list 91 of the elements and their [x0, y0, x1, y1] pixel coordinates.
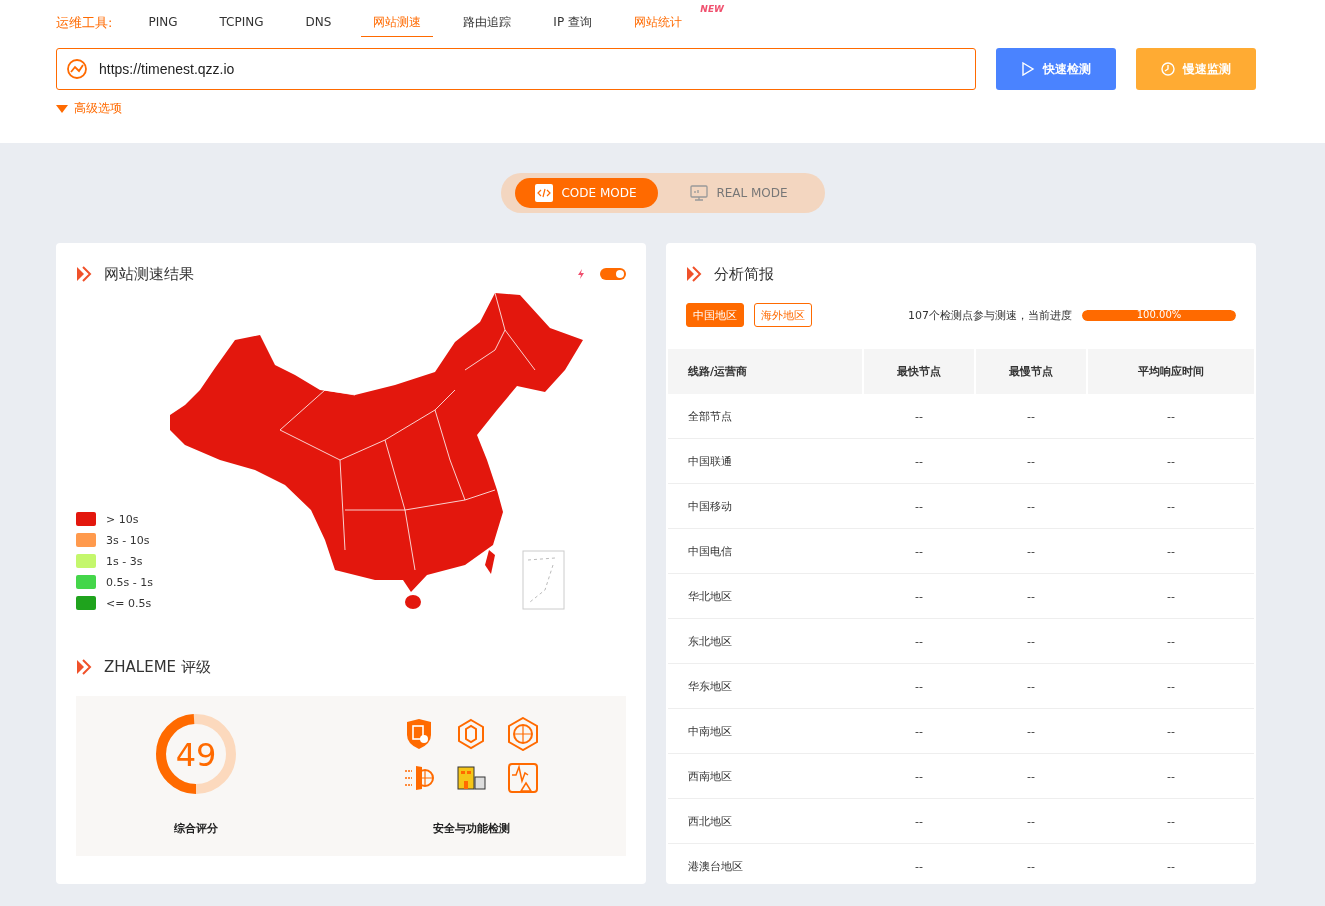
- card-title: 分析简报: [714, 264, 774, 284]
- progress-summary: 107个检测点参与测速，当前进度: [908, 307, 1072, 323]
- hexagon-globe-icon: [506, 717, 540, 751]
- table-cell-text: --: [1026, 408, 1036, 425]
- table-cell-text: --: [914, 768, 924, 785]
- toggle-switch[interactable]: [600, 268, 626, 280]
- table-cell-text: 中国电信: [687, 543, 733, 560]
- legend-label: > 10s: [106, 512, 139, 526]
- score-label: 综合评分: [174, 821, 218, 836]
- quick-test-button[interactable]: 快速检测: [996, 48, 1116, 90]
- table-cell-text: --: [914, 858, 924, 875]
- clock-icon: [1161, 62, 1175, 76]
- advanced-options-toggle[interactable]: 高级选项: [56, 100, 122, 117]
- tool-tab[interactable]: 网站测速: [361, 9, 434, 37]
- card-title: ZHALEME 评级: [104, 657, 211, 677]
- slow-monitor-button[interactable]: 慢速监测: [1136, 48, 1256, 90]
- table-cell-text: --: [1166, 858, 1176, 875]
- table-cell-text: 中国联通: [687, 453, 733, 470]
- table-cell-text: --: [1026, 678, 1036, 695]
- mode-tab[interactable]: REAL MODE: [667, 178, 811, 208]
- table-cell-text: --: [1166, 408, 1176, 425]
- table-cell-text: --: [1166, 768, 1176, 785]
- tool-tab[interactable]: DNS: [293, 11, 344, 35]
- play-icon: [1021, 62, 1035, 76]
- table-cell-text: --: [914, 723, 924, 740]
- double-chevron-icon: [686, 266, 702, 282]
- region-tab[interactable]: 中国地区: [686, 303, 744, 327]
- tool-tab[interactable]: 路由追踪: [451, 9, 524, 37]
- table-cell-text: --: [914, 408, 924, 425]
- region-tab[interactable]: 海外地区: [754, 303, 812, 327]
- table-cell-text: --: [1166, 723, 1176, 740]
- table-cell-text: --: [1026, 633, 1036, 650]
- table-cell-text: --: [1026, 453, 1036, 470]
- table-cell-text: --: [914, 813, 924, 830]
- lightning-icon: [578, 269, 584, 279]
- table-cell-text: --: [1166, 543, 1176, 560]
- score-value: 49: [175, 736, 217, 774]
- column-header: 最快节点: [864, 349, 974, 394]
- progress-label: 100.00%: [1135, 309, 1183, 320]
- code-icon: [535, 184, 554, 202]
- legend-label: <= 0.5s: [106, 596, 152, 610]
- tool-tab[interactable]: PING: [136, 11, 190, 35]
- new-label: NEW: [700, 3, 724, 14]
- table-cell-text: --: [1026, 768, 1036, 785]
- tool-tab[interactable]: TCPING: [207, 11, 276, 35]
- inset-map-drawing: [522, 550, 565, 610]
- double-chevron-icon: [76, 659, 92, 675]
- table-cell-text: --: [914, 588, 924, 605]
- url-input-field[interactable]: https://timenest.qzz.io: [56, 48, 976, 90]
- legend-label: 3s - 10s: [106, 533, 150, 547]
- table-cell-text: 全部节点: [687, 408, 733, 425]
- table-cell-text: 华东地区: [687, 678, 733, 695]
- table-cell-text: 中国移动: [687, 498, 733, 515]
- mode-tab[interactable]: CODE MODE: [514, 178, 658, 208]
- chart-circle-icon: [66, 58, 88, 80]
- table-cell-text: --: [1166, 678, 1176, 695]
- table-cell-text: 港澳台地区: [687, 858, 744, 875]
- tool-tab[interactable]: IP 查询: [541, 9, 604, 37]
- table-cell-text: --: [1026, 858, 1036, 875]
- double-chevron-icon: [76, 266, 92, 282]
- table-cell-text: 西北地区: [687, 813, 733, 830]
- table-cell-text: 西南地区: [687, 768, 733, 785]
- table-cell-text: --: [1166, 633, 1176, 650]
- table-cell-text: --: [914, 633, 924, 650]
- tools-label: 运维工具:: [56, 14, 113, 32]
- table-cell-text: 华北地区: [687, 588, 733, 605]
- monitor-icon: [690, 184, 709, 202]
- table-cell-text: --: [914, 453, 924, 470]
- card-title: 网站测速结果: [104, 264, 194, 284]
- table-cell-text: --: [1166, 498, 1176, 515]
- caret-icon: [56, 104, 68, 113]
- table-cell-text: 中南地区: [687, 723, 733, 740]
- column-header: 平均响应时间: [1088, 349, 1254, 394]
- checks-label: 安全与功能检测: [432, 821, 510, 836]
- column-header: 线路/运营商: [668, 349, 862, 394]
- table-cell-text: --: [1166, 588, 1176, 605]
- chart-warning-icon: [506, 761, 540, 795]
- table-cell-text: --: [1026, 813, 1036, 830]
- table-cell-text: --: [914, 498, 924, 515]
- table-cell-text: --: [1026, 588, 1036, 605]
- column-header: 最慢节点: [976, 349, 1086, 394]
- table-cell-text: --: [1166, 813, 1176, 830]
- table-cell-text: --: [1166, 453, 1176, 470]
- table-cell-text: --: [1026, 498, 1036, 515]
- table-cell-text: --: [1026, 543, 1036, 560]
- table-cell-text: --: [914, 543, 924, 560]
- table-cell-text: --: [1026, 723, 1036, 740]
- table-cell-text: --: [914, 678, 924, 695]
- legend-label: 1s - 3s: [106, 554, 143, 568]
- legend-label: 0.5s - 1s: [106, 575, 153, 589]
- table-cell-text: 东北地区: [687, 633, 733, 650]
